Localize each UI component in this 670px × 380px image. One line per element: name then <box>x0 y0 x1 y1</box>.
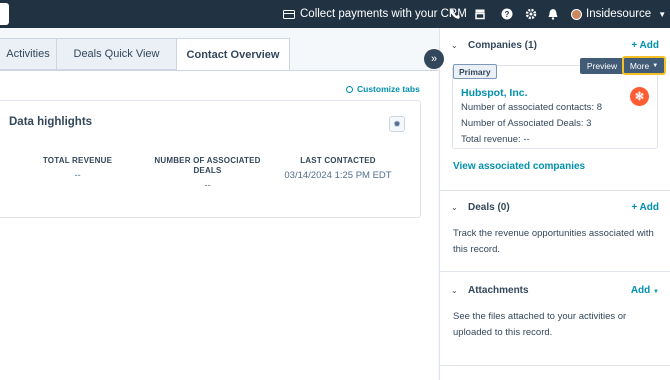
caret-down-icon: ▼ <box>652 62 659 69</box>
data-highlights-title: Data highlights <box>9 116 93 128</box>
chevron-down-icon: ▼ <box>658 9 667 19</box>
credit-card-icon <box>283 9 295 19</box>
collect-payments-label: Collect payments with your CRM <box>300 8 467 20</box>
help-icon[interactable]: ? <box>501 8 513 20</box>
collect-payments-link[interactable]: Collect payments with your CRM <box>283 0 467 28</box>
companies-title: Companies (1) <box>468 39 537 51</box>
chevron-down-icon: ⌄ <box>451 40 458 50</box>
metric-value: -- <box>74 170 81 181</box>
data-highlights-card: Data highlights ✹ TOTAL REVENUE -- NUMBE… <box>0 100 421 218</box>
metric-label: LAST CONTACTED <box>300 156 376 165</box>
attachments-description: See the files attached to your activitie… <box>453 311 627 338</box>
gear-icon: ✹ <box>393 118 401 129</box>
metric-label: TOTAL REVENUE <box>42 156 113 165</box>
company-contacts-count: Number of associated contacts: 8 <box>461 102 602 113</box>
metric-last-contacted: LAST CONTACTED 03/14/2024 1:25 PM EDT <box>278 156 398 181</box>
svg-text:?: ? <box>505 10 510 19</box>
marketplace-icon[interactable] <box>474 8 486 20</box>
preview-button[interactable]: Preview <box>580 58 624 74</box>
section-divider <box>440 190 670 191</box>
top-nav-bar: Collect payments with your CRM ? Insides… <box>0 0 670 28</box>
card-settings-button[interactable]: ✹ <box>389 116 405 132</box>
metric-label: NUMBER OF ASSOCIATED DEALS <box>154 156 261 175</box>
company-deals-count: Number of Associated Deals: 3 <box>461 118 592 129</box>
phone-icon[interactable] <box>449 8 461 20</box>
company-total-revenue: Total revenue: -- <box>461 134 530 145</box>
tab-contact-overview[interactable]: Contact Overview <box>176 38 290 71</box>
add-company-button[interactable]: + Add <box>631 40 659 51</box>
double-chevron-right-icon: » <box>430 53 438 65</box>
add-attachment-dropdown[interactable]: Add ▼ <box>631 285 659 296</box>
section-divider <box>440 271 670 272</box>
more-label: More <box>629 60 650 71</box>
caret-down-icon: ▼ <box>653 288 659 295</box>
account-menu[interactable]: Insidesource ▼ <box>571 0 666 28</box>
hubspot-logo-icon: ✼ <box>630 87 649 106</box>
company-name-link[interactable]: Hubspot, Inc. <box>461 87 528 99</box>
chevron-down-icon: ⌄ <box>451 202 458 212</box>
customize-tabs-label: Customize tabs <box>357 84 420 94</box>
collapse-sidebar-button[interactable]: » <box>424 49 444 69</box>
deals-title: Deals (0) <box>468 201 510 213</box>
metric-associated-deals: NUMBER OF ASSOCIATED DEALS -- <box>150 156 265 191</box>
metric-total-revenue: TOTAL REVENUE -- <box>30 156 125 181</box>
view-associated-companies-link[interactable]: View associated companies <box>453 161 585 172</box>
account-name: Insidesource <box>586 8 652 20</box>
metric-value: -- <box>204 180 211 191</box>
user-avatar <box>571 8 582 20</box>
companies-section-header[interactable]: ⌄ Companies (1) + Add <box>440 33 670 57</box>
tab-deals-quick-view[interactable]: Deals Quick View <box>56 38 176 70</box>
notifications-bell-icon[interactable] <box>547 8 559 20</box>
metric-value: 03/14/2024 1:25 PM EDT <box>284 170 392 181</box>
chevron-down-icon: ⌄ <box>451 285 458 295</box>
customize-tabs-link[interactable]: Customize tabs <box>346 84 420 94</box>
right-sidebar: ⌄ Companies (1) + Add Primary Preview Mo… <box>439 28 670 380</box>
tab-activities[interactable]: Activities <box>0 38 56 70</box>
add-attachment-label: Add <box>630 284 651 296</box>
attachments-title: Attachments <box>468 284 529 296</box>
deals-description: Track the revenue opportunities associat… <box>453 228 654 255</box>
deals-section-header[interactable]: ⌄ Deals (0) + Add <box>440 195 670 219</box>
record-tabs: Activities Deals Quick View Contact Over… <box>0 38 290 71</box>
section-divider <box>440 365 670 366</box>
attachments-section-header[interactable]: ⌄ Attachments Add ▼ <box>440 278 670 302</box>
more-button[interactable]: More ▼ <box>622 56 666 75</box>
add-deal-button[interactable]: + Add <box>631 202 659 213</box>
primary-badge: Primary <box>453 64 497 79</box>
search-button[interactable] <box>0 3 9 25</box>
settings-gear-icon[interactable] <box>525 8 537 20</box>
gear-icon <box>346 85 353 93</box>
